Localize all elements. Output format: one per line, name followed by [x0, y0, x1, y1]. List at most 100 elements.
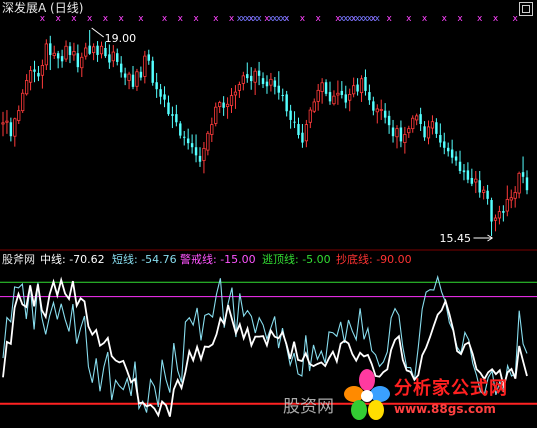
candle — [123, 67, 127, 86]
signal-marker: x — [138, 14, 144, 24]
candle-body — [123, 73, 127, 78]
candle-body — [521, 172, 525, 177]
candle — [72, 42, 76, 61]
window-restore-icon[interactable] — [519, 2, 533, 16]
candle — [241, 71, 245, 91]
candle — [56, 50, 60, 69]
candle-body — [458, 161, 462, 172]
candle-body — [423, 126, 426, 138]
candle — [490, 197, 493, 236]
candle-body — [84, 47, 88, 57]
legend-escape-top: 逃顶线: -5.00 — [262, 253, 331, 266]
candle-body — [478, 180, 481, 193]
candle — [340, 81, 344, 99]
candle — [60, 49, 64, 68]
candle — [430, 115, 435, 135]
candle — [352, 77, 356, 98]
candle — [76, 44, 80, 73]
candle — [131, 65, 135, 90]
candle-body — [171, 114, 174, 116]
candle — [183, 130, 186, 146]
candle-body — [186, 138, 190, 144]
candle — [521, 156, 525, 184]
candle — [411, 115, 415, 133]
legend-bottom-fishing-value: -90.00 — [376, 253, 412, 266]
signal-marker: x — [513, 14, 519, 24]
candle-body — [415, 115, 419, 121]
indicator-name: 股斧网 — [2, 253, 35, 266]
candle — [186, 128, 190, 150]
candle-body — [372, 101, 375, 111]
candle — [332, 90, 336, 106]
candle — [111, 45, 115, 68]
stock-title: 深发展A (日线) — [2, 1, 84, 15]
candle — [49, 35, 52, 71]
candle — [379, 99, 383, 120]
candle — [375, 104, 379, 124]
candle-body — [403, 134, 407, 143]
candle-body — [44, 43, 48, 66]
signal-marker: x — [193, 14, 199, 24]
candle — [68, 42, 72, 64]
candle-body — [387, 115, 391, 126]
candle — [285, 90, 288, 117]
candle-body — [517, 172, 521, 194]
candle — [175, 104, 178, 127]
legend-midline-value: -70.62 — [69, 253, 105, 266]
signal-markers: x x x x x x x x x x x x x x x x x x x x x x x x x x x xxxxxxx xxxxx x… — [40, 14, 519, 24]
candle — [383, 103, 387, 124]
candle-body — [505, 199, 509, 212]
candle — [466, 162, 470, 184]
candle — [233, 85, 238, 109]
candle-body — [308, 109, 312, 123]
candle-body — [99, 45, 104, 55]
candle-body — [301, 132, 304, 143]
candle-body — [273, 80, 277, 87]
candle — [320, 78, 324, 104]
candle — [218, 100, 222, 113]
candle-body — [285, 94, 288, 112]
signal-marker: x — [55, 14, 61, 24]
flower-logo-icon — [344, 369, 390, 420]
candle-body — [91, 46, 96, 54]
legend-shortline-value: -54.76 — [141, 253, 177, 266]
candle-body — [233, 91, 238, 96]
candle-body — [328, 92, 332, 102]
annotation-low: 15.45 — [439, 232, 471, 245]
candle — [33, 60, 36, 83]
candle-body — [246, 74, 249, 79]
candle-body — [493, 217, 498, 221]
candle-body — [210, 124, 214, 135]
candle-body — [175, 114, 178, 123]
candle-body — [359, 78, 364, 94]
candle-body — [443, 141, 446, 148]
candle — [301, 124, 304, 148]
candle-body — [502, 211, 505, 213]
candle-body — [155, 82, 158, 90]
candle — [265, 75, 269, 94]
legend-warning-name: 警戒线 — [180, 253, 213, 266]
candle-body — [497, 211, 502, 219]
candle — [419, 107, 422, 131]
candle-body — [281, 94, 284, 96]
signal-marker: x — [406, 14, 412, 24]
signal-marker: x — [300, 14, 306, 24]
candle-body — [9, 122, 13, 137]
candle-body — [214, 106, 218, 124]
candle — [348, 88, 352, 112]
legend-escape-top-name: 逃顶线 — [262, 253, 295, 266]
candle — [139, 66, 143, 81]
candle — [222, 96, 225, 116]
candle — [415, 113, 419, 126]
price-annotations: 19.00 15.45 — [91, 27, 493, 245]
candle-body — [127, 73, 131, 81]
signal-marker: x — [386, 14, 392, 24]
candle-body — [513, 192, 517, 199]
candle — [443, 132, 446, 155]
candle — [509, 189, 513, 209]
annotation-high: 19.00 — [105, 32, 137, 45]
candle-body — [139, 71, 143, 78]
candle — [478, 171, 481, 198]
candle — [88, 30, 91, 55]
candle-body — [320, 82, 324, 92]
